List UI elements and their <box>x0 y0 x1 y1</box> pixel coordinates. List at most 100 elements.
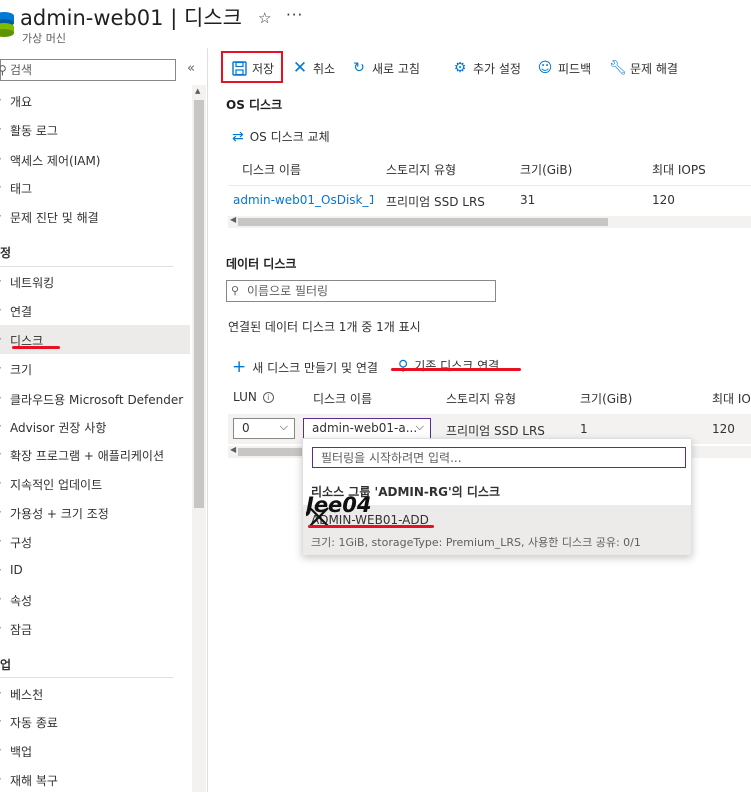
additional-settings-button[interactable]: ⚙ 추가 설정 <box>452 54 521 82</box>
iam-icon: · <box>0 152 2 166</box>
os-disk-horizontal-scrollbar[interactable]: ◀ <box>228 215 751 228</box>
lun-select[interactable]: 0 ⌵ <box>233 418 295 439</box>
sidebar-item-disaster-recovery[interactable]: · 재해 복구 <box>0 765 190 792</box>
wrench-icon: · <box>0 209 2 223</box>
sidebar-item-configuration[interactable]: · 구성 <box>0 527 190 556</box>
sidebar-item-label: 지속적인 업데이트 <box>10 478 103 492</box>
feedback-person-icon: ☺ <box>537 60 553 76</box>
sidebar-item-label: 개요 <box>10 95 33 109</box>
column-header-disk-name[interactable]: 디스크 이름 <box>313 390 372 407</box>
dropdown-filter[interactable] <box>312 447 686 468</box>
collapse-sidebar-icon[interactable]: « <box>187 61 195 76</box>
scroll-left-arrow-icon[interactable]: ◀ <box>230 445 236 454</box>
column-header-storage-type[interactable]: 스토리지 유형 <box>446 390 516 407</box>
cancel-button[interactable]: ✕ 취소 <box>292 54 335 82</box>
os-disk-name-link[interactable]: admin-web01_OsDisk_1_b3 <box>233 193 373 207</box>
dropdown-option-detail: 크기: 1GiB, storageType: Premium_LRS, 사용한 … <box>311 536 641 549</box>
network-icon: · <box>0 274 2 288</box>
sidebar-item-overview[interactable]: · 개요 <box>0 86 190 115</box>
sidebar-item-connect[interactable]: · 연결 <box>0 296 190 325</box>
sidebar-item-auto-shutdown[interactable]: · 자동 종료 <box>0 707 190 736</box>
sidebar-item-label: 가용성 + 크기 조정 <box>10 507 109 521</box>
sidebar-item-iam[interactable]: · 액세스 제어(IAM) <box>0 145 190 174</box>
attach-existing-disk-button[interactable]: ⚲ 기존 디스크 연결 <box>398 357 499 374</box>
sidebar-item-disks[interactable]: ·디스크 <box>0 325 190 354</box>
cancel-label: 취소 <box>313 61 336 76</box>
create-attach-disk-label: 새 디스크 만들기 및 연결 <box>252 360 378 375</box>
sidebar-item-advisor[interactable]: · Advisor 권장 사항 <box>0 412 190 441</box>
refresh-button[interactable]: ↻ 새로 고침 <box>351 54 420 82</box>
properties-icon: · <box>0 592 2 606</box>
dropdown-filter-input[interactable] <box>321 450 671 465</box>
sidebar-item-networking[interactable]: · 네트워킹 <box>0 267 190 296</box>
column-header-storage-type[interactable]: 스토리지 유형 <box>386 161 456 178</box>
column-header-max-iops[interactable]: 최대 IOPS <box>652 161 706 178</box>
availability-icon: · <box>0 505 2 519</box>
sidebar-item-extensions[interactable]: · 확장 프로그램 + 애플리케이션 <box>0 440 190 469</box>
feedback-label: 피드백 <box>558 61 592 76</box>
sidebar-item-activity-log[interactable]: · 활동 로그 <box>0 115 190 144</box>
column-header-disk-name[interactable]: 디스크 이름 <box>242 161 301 178</box>
lun-header-label: LUN <box>233 390 257 404</box>
sidebar-item-bastion[interactable]: · 베스천 <box>0 679 190 708</box>
sidebar-item-size[interactable]: · 크기 <box>0 354 190 383</box>
column-header-size[interactable]: 크기(GiB) <box>520 161 572 178</box>
sidebar-item-backup[interactable]: · 백업 <box>0 736 190 765</box>
search-icon: ⚲ <box>231 284 240 297</box>
sidebar-item-label: 문제 진단 및 해결 <box>10 211 99 225</box>
size-icon: · <box>0 361 2 375</box>
update-icon: · <box>0 476 2 490</box>
sidebar-item-identity[interactable]: · ID <box>0 556 190 585</box>
handwritten-annotation: Jee04 <box>306 493 372 527</box>
sidebar-item-locks[interactable]: · 잠금 <box>0 614 190 643</box>
tag-icon: · <box>0 180 2 194</box>
wrench-icon: 🔧︎ <box>609 60 627 76</box>
sidebar-search[interactable]: ⚲ <box>0 59 176 81</box>
data-disk-filter[interactable]: ⚲ <box>226 280 496 302</box>
sidebar-item-diagnose[interactable]: · 문제 진단 및 해결 <box>0 202 190 231</box>
sidebar-scrollbar-thumb[interactable] <box>194 100 204 508</box>
sidebar-item-label: 네트워킹 <box>10 276 55 290</box>
scroll-up-arrow-icon[interactable]: ▲ <box>195 87 200 95</box>
search-icon: ⚲ <box>0 63 7 77</box>
sidebar-item-properties[interactable]: · 속성 <box>0 585 190 614</box>
refresh-label: 새로 고침 <box>372 61 420 76</box>
configuration-icon: · <box>0 534 2 548</box>
sidebar-item-label: 연결 <box>10 305 33 319</box>
data-disk-size: 1 <box>580 422 588 436</box>
more-options-icon[interactable]: ··· <box>286 6 303 24</box>
os-disk-heading: OS 디스크 <box>226 98 283 112</box>
feedback-button[interactable]: ☺ 피드백 <box>537 54 591 82</box>
disk-name-select[interactable]: admin-web01-a... ⌵ <box>303 418 431 439</box>
info-icon[interactable]: i <box>262 392 274 403</box>
plus-icon: + <box>232 357 247 377</box>
data-disk-storage: 프리미엄 SSD LRS <box>446 424 545 438</box>
virtual-machine-disk-icon <box>0 12 14 37</box>
scroll-left-arrow-icon[interactable]: ◀ <box>230 215 236 224</box>
favorite-star-icon[interactable]: ☆ <box>258 9 271 27</box>
create-attach-disk-button[interactable]: + 새 디스크 만들기 및 연결 <box>232 357 378 377</box>
sidebar-item-label: 잠금 <box>10 623 33 637</box>
troubleshoot-button[interactable]: 🔧︎ 문제 해결 <box>609 54 678 82</box>
swap-os-disk-button[interactable]: ⇄ OS 디스크 교체 <box>232 128 330 145</box>
chevron-down-icon: ⌵ <box>415 420 424 433</box>
sidebar-item-label: 확장 프로그램 + 애플리케이션 <box>10 449 164 463</box>
red-underline-annotation <box>308 525 434 528</box>
swap-arrows-icon: ⇄ <box>232 128 244 145</box>
column-header-max-iops[interactable]: 최대 IO <box>712 390 751 407</box>
sidebar-search-input[interactable] <box>10 62 170 78</box>
column-header-size[interactable]: 크기(GiB) <box>580 390 632 407</box>
sidebar-item-tags[interactable]: · 태그 <box>0 173 190 202</box>
sidebar-item-continuous-delivery[interactable]: · 지속적인 업데이트 <box>0 469 190 498</box>
gear-icon: ⚙ <box>453 60 467 76</box>
sidebar-item-availability[interactable]: · 가용성 + 크기 조정 <box>0 498 190 527</box>
scrollbar-thumb[interactable] <box>238 218 608 226</box>
data-disk-heading: 데이터 디스크 <box>226 257 297 271</box>
filter-by-name-input[interactable] <box>247 283 487 299</box>
os-disk-size: 31 <box>520 193 536 207</box>
sidebar-item-defender[interactable]: · 클라우드용 Microsoft Defender <box>0 384 190 413</box>
sidebar-item-label: 구성 <box>10 536 33 550</box>
data-disk-iops: 120 <box>712 422 735 436</box>
column-header-lun[interactable]: LUN i <box>233 390 274 404</box>
recovery-icon: · <box>0 772 2 786</box>
